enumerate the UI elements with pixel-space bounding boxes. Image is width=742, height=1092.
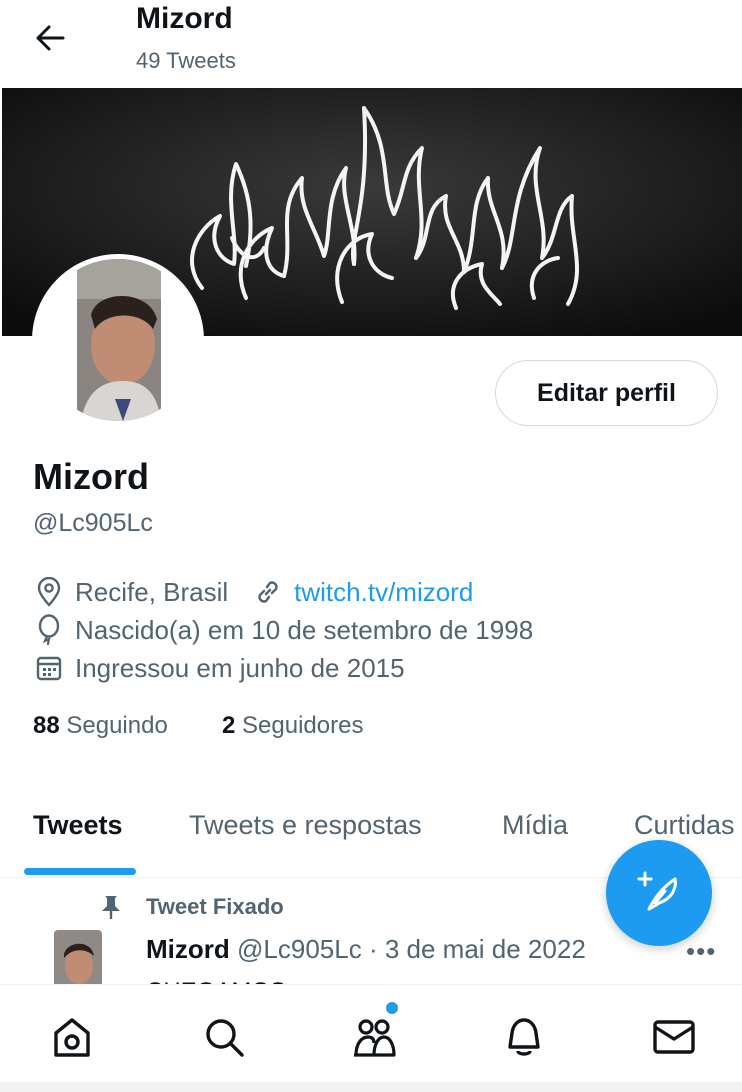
- pin-icon: [96, 894, 126, 920]
- tweet-avatar-photo: [54, 930, 102, 990]
- tweet-separator: ·: [368, 934, 378, 964]
- pinned-indicator: Tweet Fixado: [96, 894, 284, 920]
- avatar-photo: [37, 259, 199, 421]
- nav-notifications[interactable]: [496, 1009, 552, 1065]
- tab-likes[interactable]: Curtidas: [634, 810, 735, 841]
- followers-label: Seguidores: [242, 712, 364, 739]
- followers-link[interactable]: 2 Seguidores: [222, 712, 363, 740]
- profile-avatar[interactable]: [32, 254, 204, 426]
- birthday-text: Nascido(a) em 10 de setembro de 1998: [75, 614, 534, 645]
- nav-messages[interactable]: [646, 1009, 702, 1065]
- tab-tweets-replies[interactable]: Tweets e respostas: [189, 810, 422, 841]
- following-count: 88: [33, 712, 60, 739]
- profile-handle: @Lc905Lc: [33, 509, 153, 537]
- compose-tweet-button[interactable]: [606, 840, 712, 946]
- messages-icon: [653, 1020, 695, 1054]
- nav-home[interactable]: [44, 1009, 100, 1065]
- following-link[interactable]: 88 Seguindo: [33, 712, 168, 740]
- home-icon: [54, 1018, 90, 1057]
- location-text: Recife, Brasil: [75, 576, 229, 607]
- meta-birthday-row: Nascido(a) em 10 de setembro de 1998: [33, 612, 533, 648]
- feather-plus-icon: [637, 871, 677, 911]
- tweet-date[interactable]: 3 de mai de 2022: [385, 934, 586, 964]
- tab-tweets[interactable]: Tweets: [33, 810, 123, 841]
- link-icon: [252, 576, 284, 608]
- back-button[interactable]: [26, 14, 74, 62]
- following-label: Seguindo: [66, 712, 168, 739]
- tweet-more-button[interactable]: •••: [686, 936, 716, 967]
- top-bar: Mizord 49 Tweets: [0, 0, 742, 88]
- header-tweet-count: 49 Tweets: [136, 48, 236, 73]
- tweet-author-handle[interactable]: @Lc905Lc: [237, 934, 362, 964]
- tab-media[interactable]: Mídia: [502, 810, 568, 841]
- location-pin-icon: [33, 576, 65, 608]
- active-tab-indicator: [24, 868, 136, 875]
- tweet-avatar[interactable]: [54, 930, 102, 990]
- edit-profile-button[interactable]: Editar perfil: [495, 360, 718, 426]
- nav-search[interactable]: [196, 1009, 252, 1065]
- meta-joined-row: Ingressou em junho de 2015: [33, 650, 405, 686]
- nav-communities[interactable]: [346, 1009, 402, 1065]
- communities-notification-dot: [386, 1002, 398, 1014]
- header-title: Mizord: [136, 2, 233, 35]
- joined-text: Ingressou em junho de 2015: [75, 652, 405, 683]
- bottom-nav: [0, 984, 742, 1092]
- followers-count: 2: [222, 712, 236, 739]
- calendar-icon: [33, 652, 65, 684]
- search-icon: [206, 1019, 244, 1057]
- arrow-left-icon: [36, 25, 65, 51]
- home-indicator-area: [0, 1082, 742, 1092]
- tweet-header: Mizord @Lc905Lc · 3 de mai de 2022: [146, 934, 586, 965]
- tweet-author-name[interactable]: Mizord: [146, 934, 230, 964]
- profile-name: Mizord: [33, 456, 149, 497]
- website-link[interactable]: twitch.tv/mizord: [252, 576, 473, 608]
- balloon-icon: [33, 614, 65, 646]
- meta-location-row: Recife, Brasil twitch.tv/mizord: [33, 574, 473, 610]
- notifications-icon: [508, 1018, 540, 1056]
- communities-icon: [354, 1019, 396, 1057]
- pinned-label: Tweet Fixado: [146, 894, 284, 919]
- website-text[interactable]: twitch.tv/mizord: [294, 577, 473, 608]
